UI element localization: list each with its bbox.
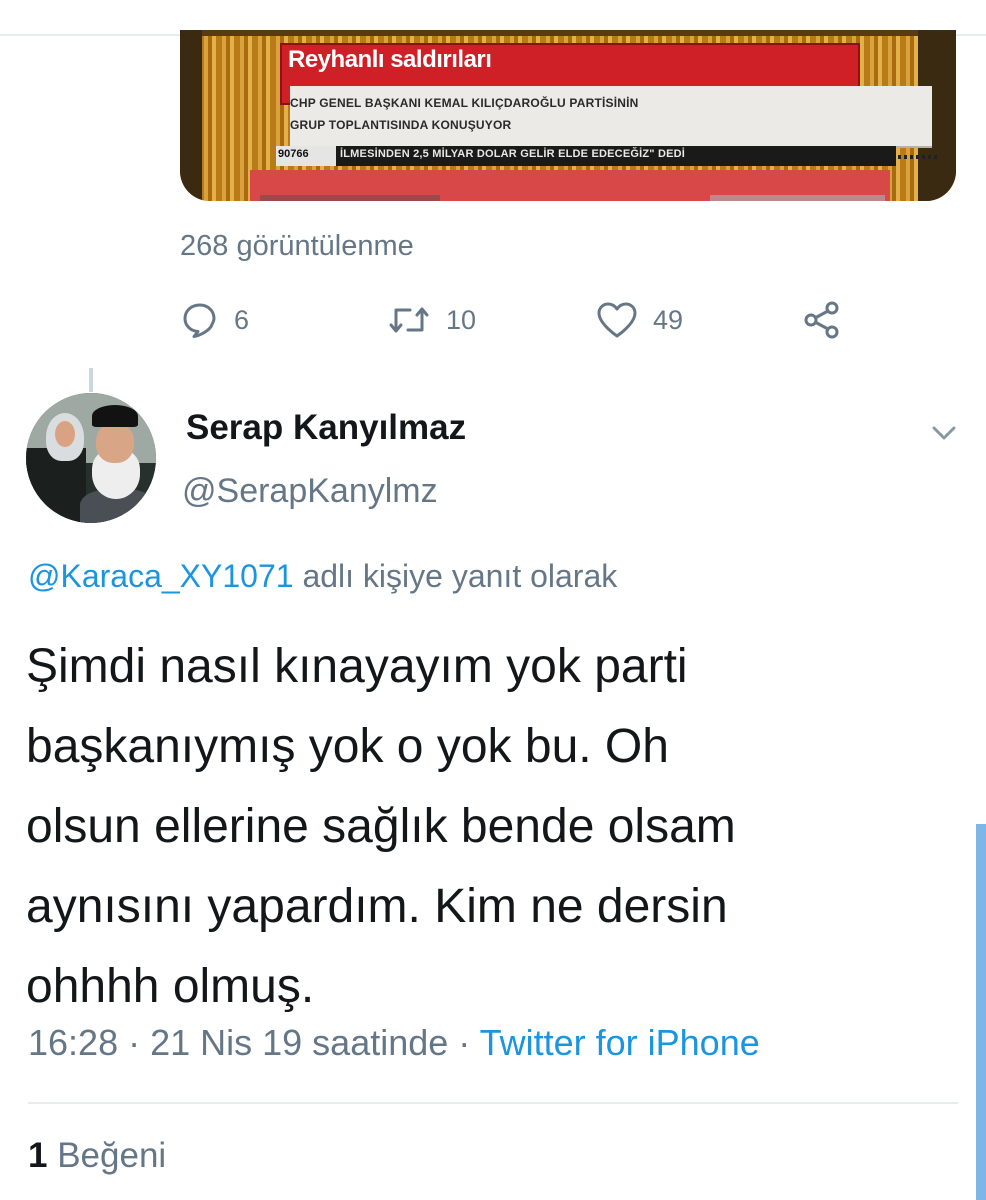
ticker-text: İLMESİNDEN 2,5 MİLYAR DOLAR GELİR ELDE E… [340,148,686,160]
avatar[interactable] [26,393,156,523]
reply-count: 6 [234,304,250,335]
reply-suffix: adlı kişiye yanıt olarak [302,558,618,594]
user-handle[interactable]: @SerapKanylmz [182,472,438,511]
ticker-dots [898,155,938,159]
tweet-text-line: Şimdi nasıl kınayayım yok parti [26,640,688,693]
avatar-face [96,423,134,463]
news-caption-line: CHP GENEL BAŞKANI KEMAL KILIÇDAROĞLU PAR… [290,96,639,110]
share-button[interactable] [802,298,842,342]
share-icon [802,300,842,340]
video-top-edge [180,30,956,36]
retweet-button[interactable]: 10 [386,298,476,342]
likes-label: Beğeni [57,1136,167,1175]
retweet-icon [386,300,432,340]
tweet-source-link[interactable]: Twitter for iPhone [480,1022,760,1063]
video-left-edge [180,30,202,201]
tweet-text: Şimdi nasıl kınayayım yok parti başkanıy… [26,627,966,1027]
avatar-cap [92,405,138,427]
retweet-count: 10 [446,304,477,335]
tweet-meta: 16:28 · 21 Nis 19 saatinde · Twitter for… [28,1022,760,1064]
news-caption-line: GRUP TOPLANTISINDA KONUŞUYOR [290,118,512,132]
news-banner-title: Reyhanlı saldırıları [288,46,492,73]
like-count: 49 [653,304,684,335]
tweet-text-line: başkanıymış yok o yok bu. Oh [26,720,669,773]
video-lower-panel [260,195,440,201]
heart-icon [595,300,639,340]
reply-button[interactable]: 6 [180,298,249,342]
display-name[interactable]: Serap Kanyılmaz [186,408,466,448]
tweet-timestamp: 16:28 · 21 Nis 19 saatinde · [28,1022,471,1063]
replying-to: @Karaca_XY1071 adlı kişiye yanıt olarak [28,558,617,595]
tweet-text-line: ohhhh olmuş. [26,960,315,1013]
likes-summary[interactable]: 1 Beğeni [28,1136,166,1176]
divider [28,1102,958,1104]
ticker-number: 90766 [278,148,309,160]
likes-count: 1 [28,1136,48,1175]
news-caption-box [290,86,932,146]
video-thumbnail[interactable]: Reyhanlı saldırıları CHP GENEL BAŞKANI K… [180,30,956,201]
scrollbar[interactable] [976,824,986,1200]
reply-icon [180,300,220,340]
view-count: 268 görüntülenme [180,230,414,262]
reply-mention-link[interactable]: @Karaca_XY1071 [28,558,294,594]
like-button[interactable]: 49 [595,298,683,342]
video-lower-panel [710,195,885,201]
chevron-down-icon[interactable] [930,424,958,447]
tweet-text-line: olsun ellerine sağlık bende olsam [26,800,736,853]
tweet-actions: 6 10 49 [180,298,860,342]
thread-connector [89,368,93,392]
tweet-text-line: aynısını yapardım. Kim ne dersin [26,880,728,933]
avatar-face [55,421,75,447]
